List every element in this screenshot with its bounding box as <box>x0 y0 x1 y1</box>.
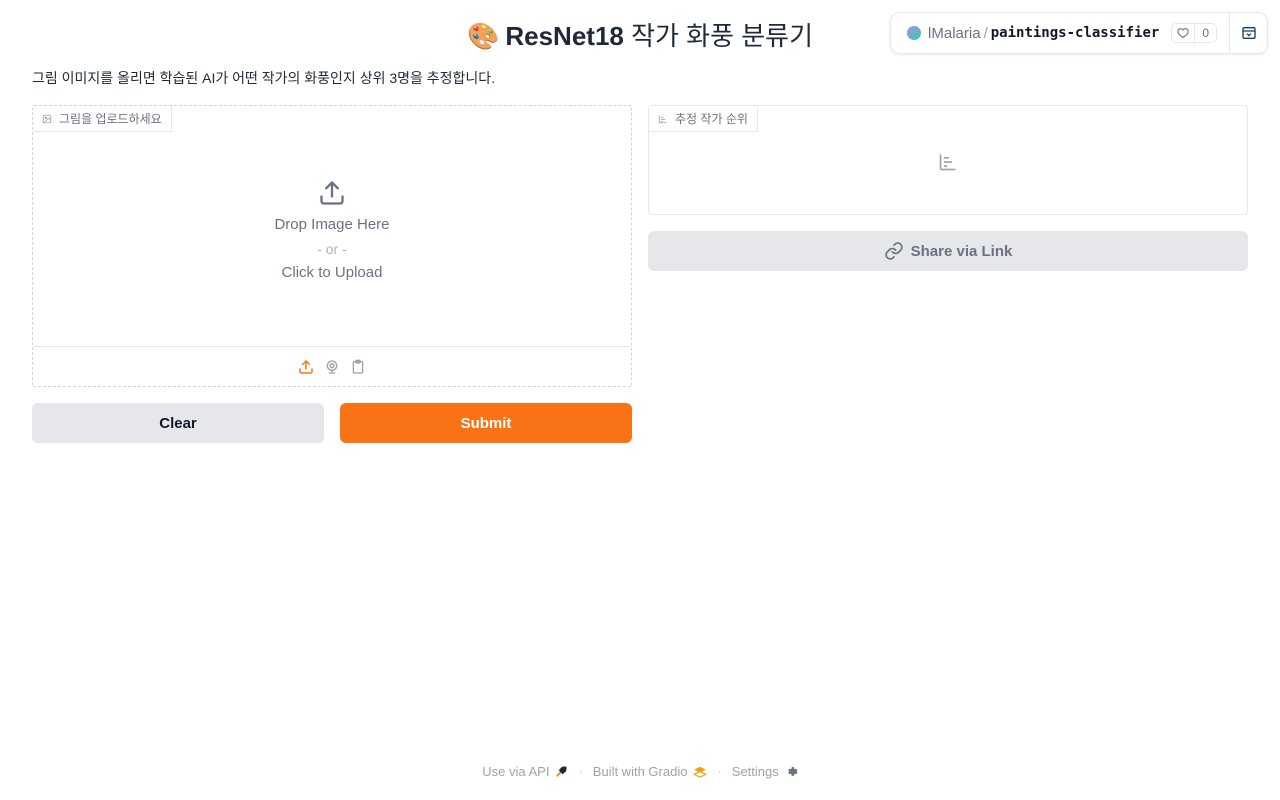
source-selector <box>33 346 631 386</box>
upload-source-button[interactable] <box>298 359 314 375</box>
space-name: paintings-classifier <box>990 25 1160 41</box>
description: 그림 이미지를 올리면 학습된 AI가 어떤 작가의 화풍인지 상위 3명을 추… <box>32 70 496 86</box>
hf-space-badge: lMalaria / paintings-classifier 0 <box>890 12 1268 54</box>
title-model-name: ResNet18 <box>505 21 624 51</box>
submit-button[interactable]: Submit <box>340 403 632 443</box>
clipboard-icon <box>352 359 364 374</box>
like-button[interactable]: 0 <box>1171 23 1217 43</box>
webcam-icon <box>326 359 338 374</box>
footer: Use via API · Built with Gradio · Settin… <box>0 764 1280 779</box>
image-drop-zone[interactable]: Drop Image Here - or - Click to Upload <box>33 106 631 347</box>
rocket-icon <box>556 766 567 777</box>
title-text: 작가 화풍 분류기 <box>631 21 813 51</box>
clipboard-source-button[interactable] <box>350 359 366 375</box>
bar-chart-icon <box>658 114 667 123</box>
image-upload-panel: 그림을 업로드하세요 Drop Image Here - or - Click … <box>32 105 632 387</box>
settings-label: Settings <box>731 764 779 779</box>
footer-separator: · <box>578 764 583 779</box>
space-owner: lMalaria <box>928 24 981 42</box>
repo-separator: / <box>983 24 988 42</box>
drop-image-text: Drop Image Here <box>274 215 390 233</box>
use-via-api-label: Use via API <box>482 764 550 779</box>
footer-separator: · <box>717 764 722 779</box>
or-text: - or - <box>317 240 347 257</box>
settings-link[interactable]: Settings <box>732 764 798 779</box>
result-label-text: 추정 작가 순위 <box>675 112 748 126</box>
like-count: 0 <box>1202 26 1209 40</box>
built-with-gradio-label: Built with Gradio <box>592 764 688 779</box>
bar-chart-icon <box>939 154 956 171</box>
gradio-logo-icon <box>693 766 708 778</box>
upload-icon <box>299 359 313 374</box>
webcam-source-button[interactable] <box>324 359 340 375</box>
heart-icon <box>1172 24 1196 42</box>
clear-button[interactable]: Clear <box>32 403 324 443</box>
result-label-panel: 추정 작가 순위 <box>648 105 1248 215</box>
click-to-upload-text: Click to Upload <box>281 263 383 281</box>
built-with-gradio-link[interactable]: Built with Gradio <box>593 764 708 779</box>
result-label: 추정 작가 순위 <box>649 106 758 132</box>
share-via-link-button[interactable]: Share via Link <box>648 231 1248 271</box>
use-via-api-link[interactable]: Use via API <box>482 764 568 779</box>
gear-icon <box>788 767 798 776</box>
link-icon <box>884 242 903 260</box>
share-label: Share via Link <box>910 242 1013 260</box>
palette-emoji: 🎨 <box>466 21 500 51</box>
upload-icon <box>320 180 344 205</box>
space-repo-link[interactable]: lMalaria / paintings-classifier <box>891 13 1171 53</box>
owner-avatar <box>907 26 922 40</box>
window-icon <box>1241 27 1256 39</box>
embed-button[interactable] <box>1229 13 1267 53</box>
